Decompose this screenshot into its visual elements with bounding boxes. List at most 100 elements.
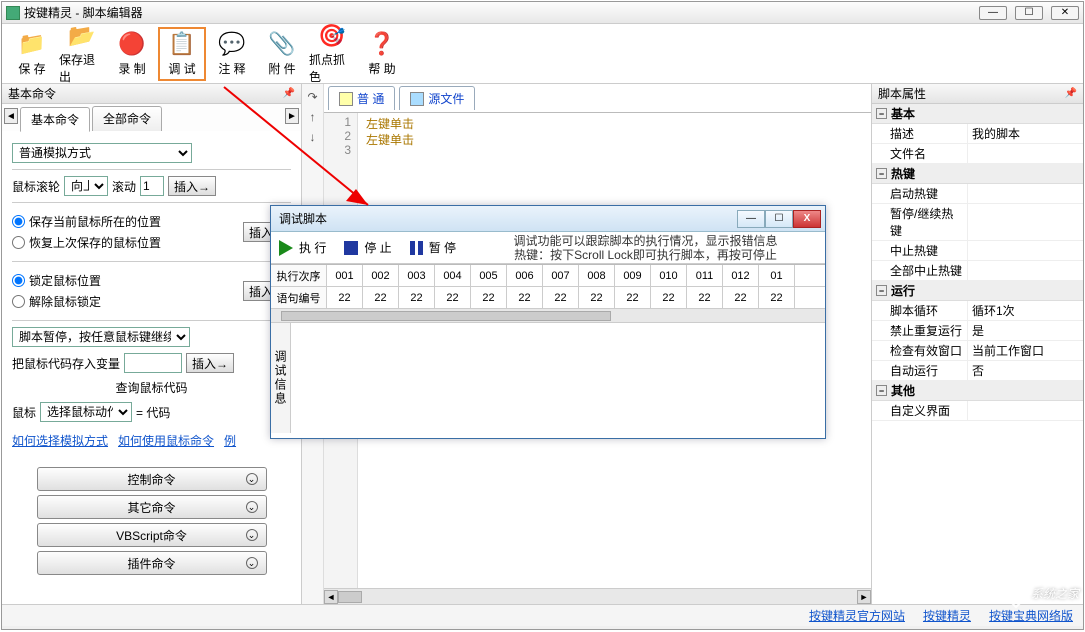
debug-hint: 调试功能可以跟踪脚本的执行情况，显示报错信息 热键：按下Scroll Lock即… bbox=[474, 234, 817, 262]
close-button[interactable]: ✕ bbox=[1051, 6, 1079, 20]
prop-row[interactable]: 文件名 bbox=[872, 144, 1083, 164]
tab-scroll-left[interactable]: ◄ bbox=[4, 108, 18, 124]
prop-row[interactable]: 禁止重复运行是 bbox=[872, 321, 1083, 341]
pause-select[interactable]: 脚本暂停，按任意鼠标键继续 bbox=[12, 327, 190, 347]
scroll-right-icon[interactable]: ► bbox=[857, 590, 871, 604]
arrow-right-icon[interactable]: ↷ bbox=[307, 90, 317, 104]
radio-lock[interactable] bbox=[12, 274, 25, 287]
radio-restore-pos[interactable] bbox=[12, 236, 25, 249]
seq-cell: 22 bbox=[759, 287, 795, 308]
tab-source[interactable]: 源文件 bbox=[399, 86, 475, 110]
comment-button[interactable]: 💬注 释 bbox=[208, 27, 256, 81]
prop-value[interactable]: 循环1次 bbox=[968, 301, 1083, 320]
category-button-3[interactable]: 插件命令⌄ bbox=[37, 551, 267, 575]
prop-row[interactable]: 启动热键 bbox=[872, 184, 1083, 204]
collapse-icon[interactable]: − bbox=[876, 285, 887, 296]
insert-var-button[interactable]: 插入→ bbox=[186, 353, 234, 373]
save-button[interactable]: 📁保 存 bbox=[8, 27, 56, 81]
link-official[interactable]: 按键精灵官方网站 bbox=[809, 607, 905, 624]
group-label: 基本 bbox=[891, 105, 915, 122]
prop-value[interactable] bbox=[968, 204, 1083, 240]
collapse-icon[interactable]: − bbox=[876, 108, 887, 119]
help-label: 帮 助 bbox=[368, 60, 395, 77]
scroll-thumb[interactable] bbox=[338, 591, 362, 603]
tab-scroll-right[interactable]: ► bbox=[285, 108, 299, 124]
chevron-down-icon: ⌄ bbox=[246, 529, 258, 541]
radio-save-pos[interactable] bbox=[12, 215, 25, 228]
radio-unlock[interactable] bbox=[12, 295, 25, 308]
seq-cell: 01 bbox=[759, 265, 795, 286]
prop-key: 启动热键 bbox=[872, 184, 968, 203]
maximize-button[interactable]: ☐ bbox=[1015, 6, 1043, 20]
prop-group[interactable]: −热键 bbox=[872, 164, 1083, 184]
tab-normal[interactable]: 普 通 bbox=[328, 86, 395, 110]
prop-group[interactable]: −运行 bbox=[872, 281, 1083, 301]
arrow-down-icon[interactable]: ↓ bbox=[310, 130, 316, 144]
seq-scrollbar[interactable] bbox=[271, 309, 825, 323]
minimize-button[interactable]: — bbox=[979, 6, 1007, 20]
prop-row[interactable]: 检查有效窗口当前工作窗口 bbox=[872, 341, 1083, 361]
prop-value[interactable]: 否 bbox=[968, 361, 1083, 380]
category-button-0[interactable]: 控制命令⌄ bbox=[37, 467, 267, 491]
run-button[interactable]: 执 行 bbox=[279, 239, 326, 256]
arrow-up-icon[interactable]: ↑ bbox=[310, 110, 316, 124]
link-ajjl[interactable]: 按键精灵 bbox=[923, 607, 971, 624]
prop-row[interactable]: 脚本循环循环1次 bbox=[872, 301, 1083, 321]
debug-button[interactable]: 📋调 试 bbox=[158, 27, 206, 81]
sim-mode-select[interactable]: 普通模拟方式 bbox=[12, 143, 192, 163]
var-label: 把鼠标代码存入变量 bbox=[12, 355, 120, 372]
normal-icon bbox=[339, 92, 353, 106]
prop-value[interactable] bbox=[968, 144, 1083, 163]
pin-icon[interactable]: 📌 bbox=[283, 88, 295, 99]
help-button[interactable]: ❓帮 助 bbox=[358, 27, 406, 81]
scroll-count-input[interactable] bbox=[140, 176, 164, 196]
prop-row[interactable]: 暂停/继续热键 bbox=[872, 204, 1083, 241]
capture-button[interactable]: 🎯抓点抓色 bbox=[308, 27, 356, 81]
debug-max-button[interactable]: ☐ bbox=[765, 210, 793, 228]
collapse-icon[interactable]: − bbox=[876, 168, 887, 179]
record-button[interactable]: 🔴录 制 bbox=[108, 27, 156, 81]
stop-button[interactable]: 停 止 bbox=[344, 239, 391, 256]
attach-button[interactable]: 📎附 件 bbox=[258, 27, 306, 81]
prop-row[interactable]: 自定义界面 bbox=[872, 401, 1083, 421]
link-mouse-cmd[interactable]: 如何使用鼠标命令 bbox=[118, 432, 214, 449]
prop-value[interactable]: 我的脚本 bbox=[968, 124, 1083, 143]
link-sim-mode[interactable]: 如何选择模拟方式 bbox=[12, 432, 108, 449]
var-input[interactable] bbox=[124, 353, 182, 373]
prop-row[interactable]: 自动运行否 bbox=[872, 361, 1083, 381]
capture-label: 抓点抓色 bbox=[309, 51, 355, 85]
tab-basic[interactable]: 基本命令 bbox=[20, 107, 90, 132]
debug-close-button[interactable]: X bbox=[793, 210, 821, 228]
insert-scroll-button[interactable]: 插入→ bbox=[168, 176, 216, 196]
prop-row[interactable]: 描述我的脚本 bbox=[872, 124, 1083, 144]
prop-value[interactable]: 当前工作窗口 bbox=[968, 341, 1083, 360]
debug-min-button[interactable]: — bbox=[737, 210, 765, 228]
save-exit-button[interactable]: 📂保存退出 bbox=[58, 27, 106, 81]
editor-hscroll[interactable]: ◄ ► bbox=[324, 588, 871, 604]
prop-value[interactable] bbox=[968, 184, 1083, 203]
prop-value[interactable]: 是 bbox=[968, 321, 1083, 340]
prop-value[interactable] bbox=[968, 261, 1083, 280]
prop-row[interactable]: 全部中止热键 bbox=[872, 261, 1083, 281]
prop-group[interactable]: −基本 bbox=[872, 104, 1083, 124]
seq-cell: 22 bbox=[327, 287, 363, 308]
scroll-left-icon[interactable]: ◄ bbox=[324, 590, 338, 604]
properties-pane: 脚本属性 📌 −基本描述我的脚本文件名−热键启动热键暂停/继续热键中止热键全部中… bbox=[871, 84, 1083, 604]
tab-all[interactable]: 全部命令 bbox=[92, 106, 162, 131]
prop-row[interactable]: 中止热键 bbox=[872, 241, 1083, 261]
prop-value[interactable] bbox=[968, 241, 1083, 260]
mouse-label: 鼠标 bbox=[12, 404, 36, 421]
pin-icon[interactable]: 📌 bbox=[1065, 88, 1077, 99]
category-button-1[interactable]: 其它命令⌄ bbox=[37, 495, 267, 519]
mouse-action-select[interactable]: 选择鼠标动作 bbox=[40, 402, 132, 422]
scroll-dir-select[interactable]: 向上 bbox=[64, 176, 108, 196]
collapse-icon[interactable]: − bbox=[876, 385, 887, 396]
link-baodian[interactable]: 按键宝典网络版 bbox=[989, 607, 1073, 624]
pause-button[interactable]: 暂 停 bbox=[410, 239, 456, 256]
category-button-2[interactable]: VBScript命令⌄ bbox=[37, 523, 267, 547]
prop-group[interactable]: −其他 bbox=[872, 381, 1083, 401]
link-example[interactable]: 例 bbox=[224, 432, 236, 449]
prop-value[interactable] bbox=[968, 401, 1083, 420]
debug-side-label: 调试信息 bbox=[271, 323, 291, 433]
seq-thumb[interactable] bbox=[281, 311, 611, 321]
